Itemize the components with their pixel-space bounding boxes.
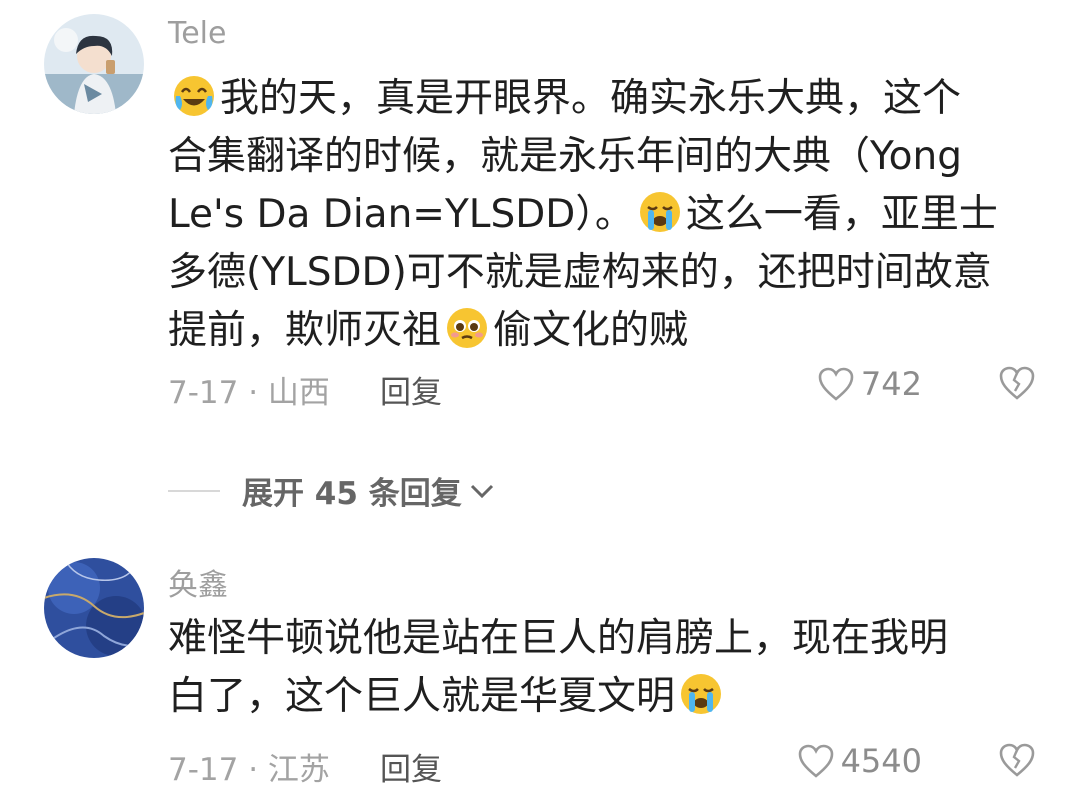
text-segment: 白了，这个巨人就是华夏文明 [168, 674, 676, 719]
like-count: 4540 [840, 742, 922, 780]
expand-replies-button[interactable]: 展开 45 条回复 [168, 468, 496, 513]
blue-marble-avatar-icon [44, 558, 144, 658]
comment-line: 我的天，真是开眼界。确实永乐大典，这个 [168, 70, 1048, 128]
comment-meta: 7-17 · 江苏 回复 4540 [168, 742, 1040, 789]
comment-meta: 7-17 · 山西 回复 742 [168, 365, 1040, 412]
text-segment: 提前，欺师灭祖 [168, 308, 442, 353]
broken-heart-icon [999, 743, 1035, 777]
like-count: 742 [860, 365, 922, 403]
comment-list: Tele 我的天，真是开眼界。确实永乐大典，这个 合集翻译的时候，就是永乐年间的… [0, 0, 1080, 795]
text-segment: 合集翻译的时候，就是永乐年间的大典（Yong [168, 134, 962, 179]
comment-line: 白了，这个巨人就是华夏文明 [168, 668, 1048, 726]
comment-line: 难怪牛顿说他是站在巨人的肩膀上，现在我明 [168, 610, 1048, 668]
crying-emoji-icon [639, 192, 680, 232]
comment-line: 提前，欺师灭祖 偷文化的贼 [168, 302, 1048, 360]
pleading-emoji-icon [447, 308, 488, 348]
comment-line: 多德(YLSDD)可不就是虚构来的，还把时间故意 [168, 244, 1048, 302]
dislike-button[interactable] [998, 742, 1036, 780]
like-button[interactable]: 4540 [797, 742, 922, 780]
comment-line: 合集翻译的时候，就是永乐年间的大典（Yong [168, 128, 1048, 186]
divider [168, 489, 220, 492]
text-segment: 偷文化的贼 [493, 308, 689, 353]
reply-button[interactable]: 回复 [380, 367, 442, 412]
username[interactable]: 奂鑫 [168, 560, 228, 604]
broken-heart-icon [999, 366, 1035, 400]
comment-text: 我的天，真是开眼界。确实永乐大典，这个 合集翻译的时候，就是永乐年间的大典（Yo… [168, 70, 1048, 360]
text-segment: Le's Da Dian=YLSDD）。 [168, 192, 634, 237]
chevron-down-icon [470, 484, 493, 498]
like-button[interactable]: 742 [817, 365, 922, 403]
crying-laugh-emoji-icon [174, 76, 214, 116]
heart-outline-icon [818, 367, 854, 401]
text-segment: 多德(YLSDD)可不就是虚构来的，还把时间故意 [168, 250, 992, 295]
comment-line: Le's Da Dian=YLSDD）。 这么一看，亚里士 [168, 186, 1048, 244]
anime-boy-avatar-icon [44, 14, 144, 114]
heart-outline-icon [798, 744, 833, 778]
expand-replies-label: 展开 45 条回复 [242, 476, 462, 512]
user-avatar[interactable] [44, 558, 144, 658]
username[interactable]: Tele [168, 16, 226, 51]
comment-date-location: 7-17 · 山西 [168, 375, 330, 411]
comment-text: 难怪牛顿说他是站在巨人的肩膀上，现在我明 白了，这个巨人就是华夏文明 [168, 610, 1048, 726]
text-segment: 这么一看，亚里士 [685, 192, 998, 237]
crying-emoji-icon [681, 674, 722, 714]
dislike-button[interactable] [998, 365, 1036, 403]
reply-button[interactable]: 回复 [380, 744, 442, 789]
user-avatar[interactable] [44, 14, 144, 114]
text-segment: 我的天，真是开眼界。确实永乐大典，这个 [220, 76, 962, 121]
text-segment: 难怪牛顿说他是站在巨人的肩膀上，现在我明 [168, 616, 949, 661]
comment-date-location: 7-17 · 江苏 [168, 752, 330, 788]
